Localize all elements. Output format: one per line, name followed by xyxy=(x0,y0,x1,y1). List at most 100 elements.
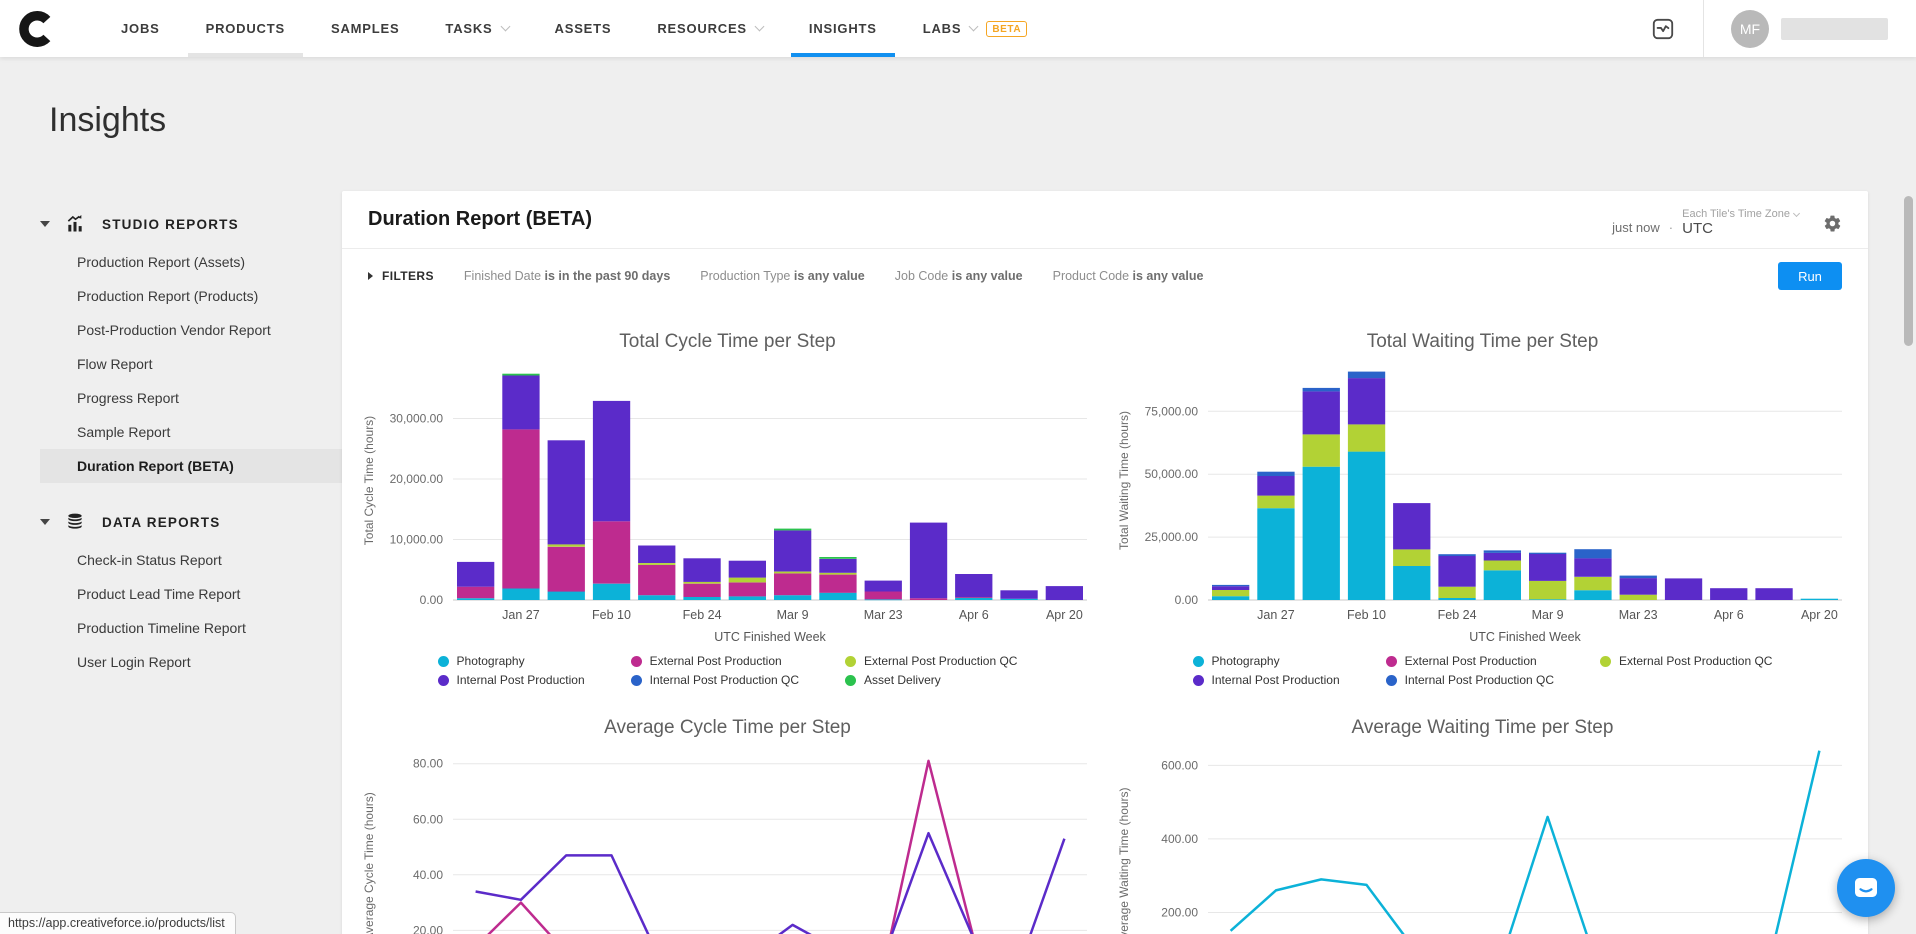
sidebar-item-sample-report[interactable]: Sample Report xyxy=(40,415,342,449)
legend-column: External Post Production QC Asset Deliver… xyxy=(845,654,1017,687)
filter-job-code[interactable]: Job Code is any value xyxy=(895,269,1023,283)
filter-production-type[interactable]: Production Type is any value xyxy=(700,269,864,283)
nav-item-samples[interactable]: SAMPLES xyxy=(308,0,422,57)
page-header: Insights xyxy=(0,57,1916,191)
sidebar-item-production-report-products[interactable]: Production Report (Products) xyxy=(40,279,342,313)
chart-canvas[interactable]: 0.0010,000.0020,000.0030,000.00Total Cyc… xyxy=(357,355,1099,652)
database-icon xyxy=(65,512,85,532)
svg-text:20.00: 20.00 xyxy=(412,923,442,934)
scrollbar-thumb[interactable] xyxy=(1904,196,1913,346)
svg-text:0.00: 0.00 xyxy=(1174,593,1198,607)
sidebar-item-production-timeline-report[interactable]: Production Timeline Report xyxy=(40,611,342,645)
timezone-value: UTC xyxy=(1682,220,1713,237)
sidebar-item-product-lead-time-report[interactable]: Product Lead Time Report xyxy=(40,577,342,611)
sidebar-section-title: DATA REPORTS xyxy=(102,515,220,530)
legend-external-post-production-qc[interactable]: External Post Production QC xyxy=(845,654,1017,668)
dashboard-settings-button[interactable] xyxy=(1823,214,1842,237)
page-title: Insights xyxy=(49,101,1916,140)
svg-text:Mar 9: Mar 9 xyxy=(776,608,808,622)
avatar[interactable]: MF xyxy=(1731,10,1769,48)
legend-dot-icon xyxy=(438,656,449,667)
logo[interactable] xyxy=(0,0,72,57)
sidebar-item-duration-report-beta[interactable]: Duration Report (BETA) xyxy=(40,449,342,483)
nav-item-jobs[interactable]: JOBS xyxy=(98,0,183,57)
nav-item-products[interactable]: PRODUCTS xyxy=(183,0,308,57)
chevron-down-icon xyxy=(1793,209,1800,216)
legend-internal-post-production[interactable]: Internal Post Production xyxy=(1193,673,1340,687)
nav-item-resources[interactable]: RESOURCES xyxy=(634,0,786,57)
chart-title: Total Waiting Time per Step xyxy=(1367,331,1599,353)
user-name-redacted xyxy=(1781,18,1888,40)
legend-internal-post-production-qc[interactable]: Internal Post Production QC xyxy=(631,673,799,687)
report-header: Duration Report (BETA) just now · Each T… xyxy=(342,191,1868,249)
legend-dot-icon xyxy=(1386,675,1397,686)
filter-finished-date[interactable]: Finished Date is in the past 90 days xyxy=(464,269,670,283)
nav-item-assets[interactable]: ASSETS xyxy=(532,0,635,57)
legend-label: External Post Production QC xyxy=(1619,654,1772,668)
sidebar-item-progress-report[interactable]: Progress Report xyxy=(40,381,342,415)
chart-title: Total Cycle Time per Step xyxy=(619,331,835,353)
legend-external-post-production-qc[interactable]: External Post Production QC xyxy=(1600,654,1772,668)
filters-toggle[interactable]: FILTERS xyxy=(368,269,434,283)
svg-text:Mar 9: Mar 9 xyxy=(1531,608,1563,622)
sidebar-section-header-data-reports[interactable]: DATA REPORTS xyxy=(40,503,342,541)
svg-text:Mar 23: Mar 23 xyxy=(863,608,902,622)
svg-text:Feb 24: Feb 24 xyxy=(1437,608,1476,622)
svg-text:Apr 20: Apr 20 xyxy=(1045,608,1082,622)
legend-dot-icon xyxy=(845,656,856,667)
nav-item-labs[interactable]: LABSBETA xyxy=(900,0,1050,57)
svg-text:400.00: 400.00 xyxy=(1161,832,1198,846)
run-button[interactable]: Run xyxy=(1778,262,1842,290)
legend-column: Photography Internal Post Production xyxy=(1193,654,1340,687)
svg-text:80.00: 80.00 xyxy=(412,757,442,771)
legend-dot-icon xyxy=(438,675,449,686)
svg-text:Mar 23: Mar 23 xyxy=(1618,608,1657,622)
sidebar-section-header-studio-reports[interactable]: STUDIO REPORTS xyxy=(40,205,342,243)
collapse-triangle-icon xyxy=(40,519,50,525)
svg-text:Apr 6: Apr 6 xyxy=(958,608,988,622)
nav-item-label: SAMPLES xyxy=(331,21,399,36)
nav-item-insights[interactable]: INSIGHTS xyxy=(786,0,900,57)
legend-photography[interactable]: Photography xyxy=(1193,654,1340,668)
chart-legend: Photography Internal Post Production Exter… xyxy=(1193,654,1773,687)
sidebar-item-check-in-status-report[interactable]: Check-in Status Report xyxy=(40,543,342,577)
legend-internal-post-production-qc[interactable]: Internal Post Production QC xyxy=(1386,673,1554,687)
chart-canvas[interactable]: 20.0040.0060.0080.00Average Cycle Time (… xyxy=(357,741,1099,934)
legend-column: External Post Production QC xyxy=(1600,654,1772,687)
svg-text:50,000.00: 50,000.00 xyxy=(1144,467,1198,481)
nav-item-label: INSIGHTS xyxy=(809,21,877,36)
content: STUDIO REPORTSProduction Report (Assets)… xyxy=(0,191,1916,934)
activity-icon xyxy=(1650,16,1676,42)
legend-asset-delivery[interactable]: Asset Delivery xyxy=(845,673,1017,687)
legend-external-post-production[interactable]: External Post Production xyxy=(631,654,799,668)
chart-canvas[interactable]: 0.0025,000.0050,000.0075,000.00Total Wai… xyxy=(1112,355,1854,652)
intercom-chat-button[interactable] xyxy=(1837,859,1895,917)
legend-internal-post-production[interactable]: Internal Post Production xyxy=(438,673,585,687)
sidebar-item-user-login-report[interactable]: User Login Report xyxy=(40,645,342,679)
nav-item-tasks[interactable]: TASKS xyxy=(422,0,531,57)
workstation-status-button[interactable] xyxy=(1650,16,1676,42)
sidebar-item-post-production-vendor-report[interactable]: Post-Production Vendor Report xyxy=(40,313,342,347)
timezone-selector[interactable]: Each Tile's Time Zone UTC xyxy=(1682,208,1799,237)
charts-grid: Total Cycle Time per Step0.0010,000.0020… xyxy=(342,305,1868,934)
legend-dot-icon xyxy=(1386,656,1397,667)
chart-canvas[interactable]: 200.00400.00600.00Average Waiting Time (… xyxy=(1112,741,1854,934)
legend-external-post-production[interactable]: External Post Production xyxy=(1386,654,1554,668)
nav-item-label: TASKS xyxy=(445,21,492,36)
nav-item-label: LABS xyxy=(923,21,962,36)
svg-text:UTC Finished Week: UTC Finished Week xyxy=(714,630,826,644)
chart-total-cycle-time-per-step: Total Cycle Time per Step0.0010,000.0020… xyxy=(350,307,1105,693)
sidebar-item-flow-report[interactable]: Flow Report xyxy=(40,347,342,381)
sidebar-item-production-report-assets[interactable]: Production Report (Assets) xyxy=(40,245,342,279)
nav-items: JOBSPRODUCTS SAMPLES TASKS ASSETS RESOURCES I… xyxy=(98,0,1050,57)
legend-column: Photography Internal Post Production xyxy=(438,654,585,687)
legend-label: Photography xyxy=(457,654,525,668)
creative-force-logo-icon xyxy=(19,11,53,47)
svg-text:Average Cycle Time (hours): Average Cycle Time (hours) xyxy=(362,792,376,934)
filters-bar: FILTERS Finished Date is in the past 90 … xyxy=(342,249,1868,305)
legend-photography[interactable]: Photography xyxy=(438,654,585,668)
filter-product-code[interactable]: Product Code is any value xyxy=(1053,269,1204,283)
legend-column: External Post Production Internal Post Pr… xyxy=(631,654,799,687)
nav-item-label: ASSETS xyxy=(555,21,612,36)
chart-title: Average Cycle Time per Step xyxy=(604,717,851,739)
